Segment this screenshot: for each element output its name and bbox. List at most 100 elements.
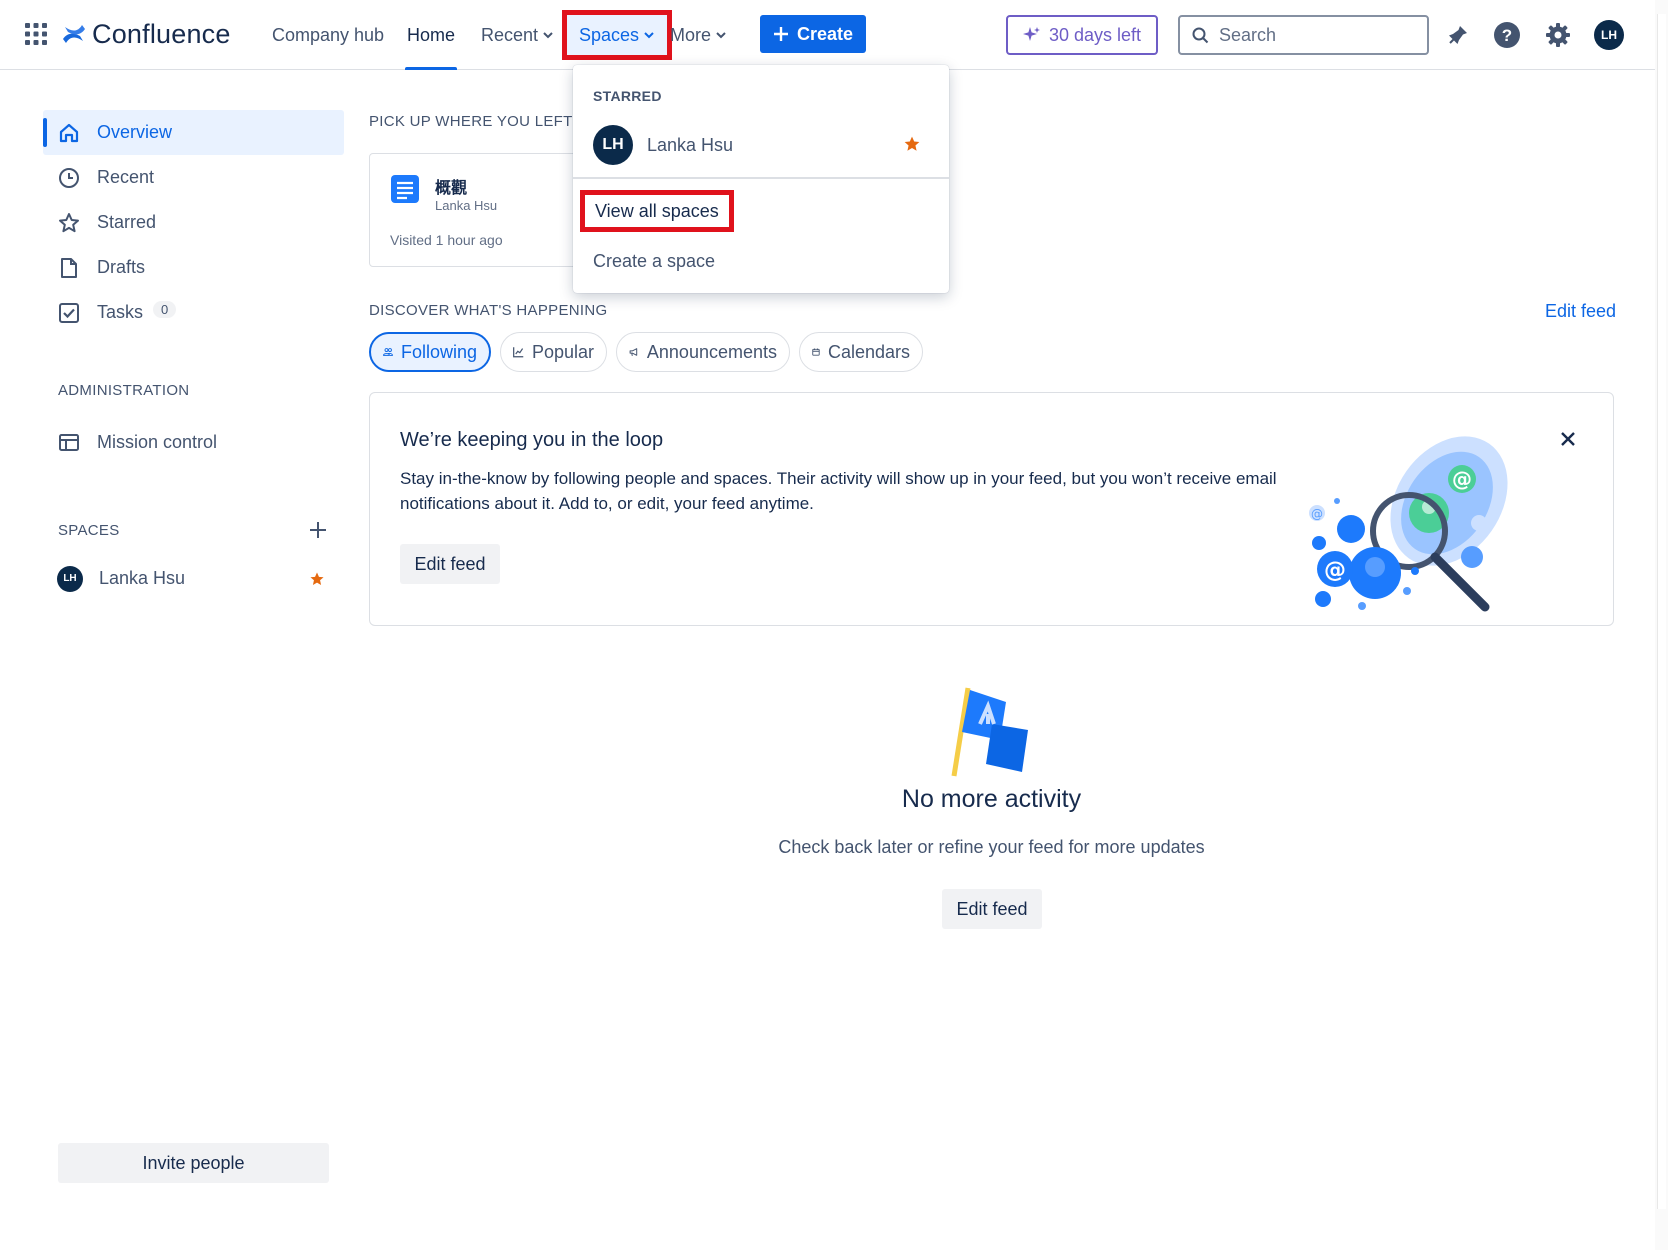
nav-recent[interactable]: Recent xyxy=(481,0,554,70)
chevron-down-icon xyxy=(644,32,654,39)
trial-button-label: 30 days left xyxy=(1048,24,1142,45)
notifications-icon[interactable] xyxy=(1440,17,1476,53)
svg-text:@: @ xyxy=(1311,507,1323,521)
empty-state-subtitle: Check back later or refine your feed for… xyxy=(778,837,1205,857)
search-input[interactable] xyxy=(1219,24,1399,46)
edit-feed-button[interactable]: Edit feed xyxy=(400,544,500,584)
dropdown-divider xyxy=(573,177,949,179)
space-name: Lanka Hsu xyxy=(647,134,734,155)
pickup-heading: PICK UP WHERE YOU LEFT OFF xyxy=(369,113,608,130)
logo-text: Confluence xyxy=(92,18,231,49)
home-icon xyxy=(57,121,81,145)
chart-icon xyxy=(513,347,524,358)
page-scrollbar[interactable] xyxy=(1655,0,1668,1250)
nav-spaces-label: Spaces xyxy=(579,24,640,45)
sidebar-item-mission-control[interactable]: Mission control xyxy=(43,420,344,465)
chevron-down-icon xyxy=(543,32,553,39)
card-author: Lanka Hsu xyxy=(435,198,498,213)
task-checkbox-icon xyxy=(57,301,81,325)
view-all-spaces-item[interactable]: View all spaces xyxy=(580,190,734,232)
tab-announcements[interactable]: Announcements xyxy=(616,332,790,372)
starred-icon[interactable] xyxy=(309,571,325,587)
nav-spaces[interactable]: Spaces xyxy=(562,10,673,60)
nav-more[interactable]: More xyxy=(670,0,727,70)
tasks-count-badge: 0 xyxy=(153,301,177,318)
user-avatar-initials: LH xyxy=(1594,20,1624,50)
card-visited-time: Visited 1 hour ago xyxy=(390,232,503,248)
administration-heading: ADMINISTRATION xyxy=(58,382,190,399)
space-avatar: LH xyxy=(57,565,83,592)
tab-label: Calendars xyxy=(827,341,910,362)
edit-feed-link[interactable]: Edit feed xyxy=(1545,301,1616,322)
confluence-logo[interactable]: Confluence xyxy=(62,14,231,54)
people-icon xyxy=(383,348,393,356)
feed-info-card: We’re keeping you in the loop Stay in-th… xyxy=(369,392,1614,626)
megaphone-icon xyxy=(629,348,638,356)
draft-icon xyxy=(57,256,81,280)
mission-control-icon xyxy=(57,431,81,455)
spaces-dropdown-menu: STARRED LH Lanka Hsu View all spaces Cre… xyxy=(573,65,949,293)
tab-label: Popular xyxy=(531,341,594,362)
plus-icon xyxy=(773,27,788,41)
search-box[interactable] xyxy=(1178,15,1429,55)
tab-calendars[interactable]: Calendars xyxy=(799,332,923,372)
sidebar-item-label: Drafts xyxy=(97,257,146,277)
calendar-icon xyxy=(812,348,820,356)
svg-text:?: ? xyxy=(1502,26,1512,45)
create-button-label: Create xyxy=(796,23,854,44)
space-avatar: LH xyxy=(593,125,633,165)
discover-heading: DISCOVER WHAT'S HAPPENING xyxy=(369,302,608,319)
confluence-logo-icon xyxy=(63,25,85,43)
nav-recent-label: Recent xyxy=(481,24,539,45)
close-icon[interactable] xyxy=(1556,427,1580,451)
recent-page-card[interactable]: 概觀 Lanka Hsu Visited 1 hour ago xyxy=(369,153,579,267)
star-icon xyxy=(57,211,81,235)
create-space-item[interactable]: Create a space xyxy=(593,251,715,272)
nav-more-label: More xyxy=(670,24,712,45)
search-icon xyxy=(1192,27,1209,43)
sidebar-item-label: Mission control xyxy=(97,432,218,452)
starred-heading: STARRED xyxy=(593,88,662,104)
tab-popular[interactable]: Popular xyxy=(500,332,607,372)
sidebar-space-lanka-hsu[interactable]: LH Lanka Hsu xyxy=(43,556,344,601)
add-space-plus-icon[interactable] xyxy=(306,518,330,542)
create-button[interactable]: Create xyxy=(760,15,866,53)
following-illustration-icon: @ @ @ xyxy=(1309,436,1508,612)
sidebar-item-overview[interactable]: Overview xyxy=(43,110,344,155)
sidebar-item-drafts[interactable]: Drafts xyxy=(43,245,344,290)
sidebar-item-label: Starred xyxy=(97,212,157,232)
sidebar-item-recent[interactable]: Recent xyxy=(43,155,344,200)
left-sidebar: Overview Recent Starred Drafts Tasks 0 A… xyxy=(0,71,350,1250)
no-activity-flag-icon xyxy=(951,687,1028,777)
help-icon[interactable]: ? xyxy=(1489,17,1525,53)
tab-following[interactable]: Following xyxy=(369,332,491,372)
scrollbar-thumb[interactable] xyxy=(1657,14,1666,1209)
sidebar-item-label: Recent xyxy=(97,167,155,187)
card-title: 概觀 xyxy=(435,180,468,197)
user-avatar[interactable]: LH xyxy=(1591,17,1627,53)
dropdown-space-lanka-hsu[interactable]: LH Lanka Hsu xyxy=(573,117,949,173)
clock-icon xyxy=(57,166,81,190)
chevron-down-icon xyxy=(716,32,726,39)
nav-company-hub[interactable]: Company hub xyxy=(272,0,384,70)
sidebar-item-starred[interactable]: Starred xyxy=(43,200,344,245)
empty-edit-feed-button[interactable]: Edit feed xyxy=(942,889,1042,929)
starred-icon[interactable] xyxy=(903,135,921,153)
sparkle-icon xyxy=(1022,27,1040,41)
space-name: Lanka Hsu xyxy=(99,568,186,588)
sidebar-item-label: Overview xyxy=(97,122,173,142)
feed-info-title: We’re keeping you in the loop xyxy=(400,429,664,451)
tab-label: Following xyxy=(400,341,477,362)
top-navigation: Confluence Company hub Home Recent Space… xyxy=(0,0,1655,70)
trial-button[interactable]: 30 days left xyxy=(1006,15,1158,55)
empty-state-title: No more activity xyxy=(901,785,1082,813)
invite-people-button[interactable]: Invite people xyxy=(58,1143,329,1183)
settings-gear-icon[interactable] xyxy=(1540,17,1576,53)
tab-label: Announcements xyxy=(646,341,777,362)
nav-home[interactable]: Home xyxy=(405,0,458,70)
sidebar-item-tasks[interactable]: Tasks 0 xyxy=(43,290,344,335)
spaces-heading: SPACES xyxy=(58,522,120,539)
page-doc-icon xyxy=(391,175,419,203)
app-switcher-icon[interactable] xyxy=(24,20,52,48)
sidebar-item-label: Tasks xyxy=(97,302,144,322)
